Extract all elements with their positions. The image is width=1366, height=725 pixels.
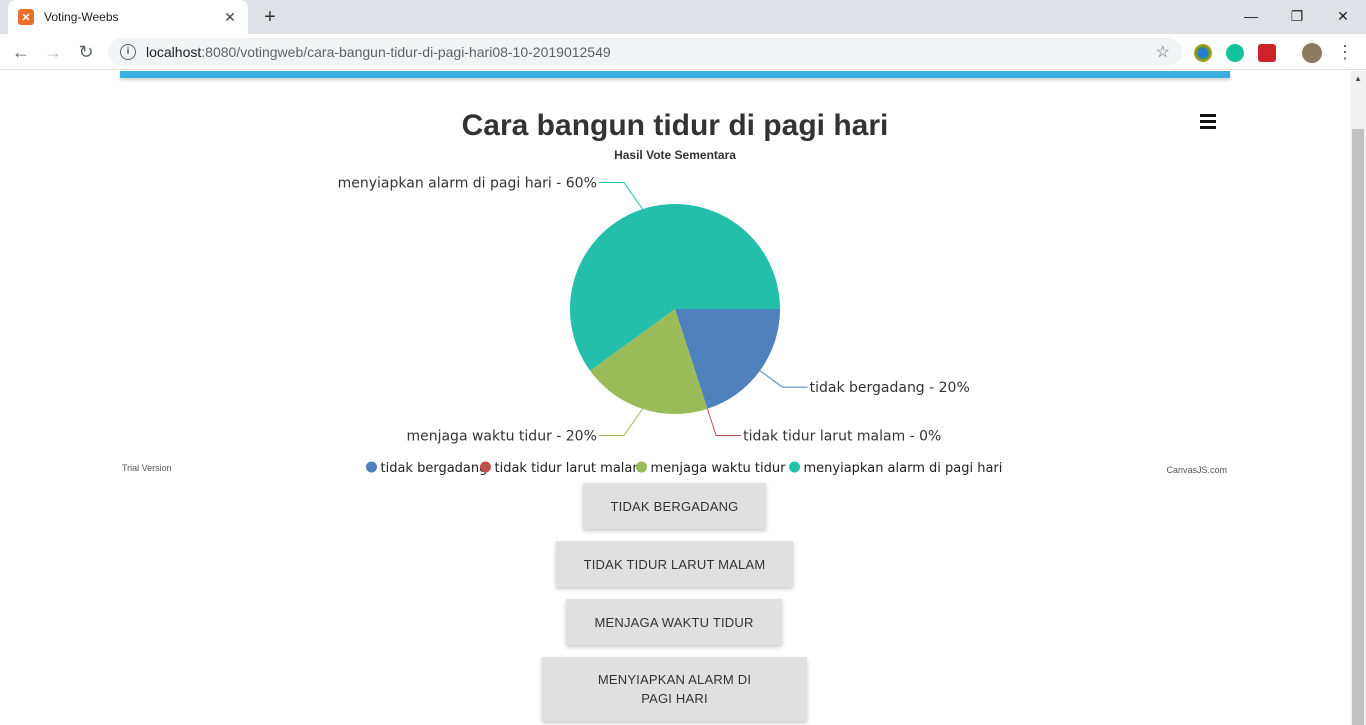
new-tab-icon[interactable]: +: [258, 5, 282, 29]
legend-marker-tidak-bergadang: [366, 461, 377, 473]
legend-item-tidak-bergadang[interactable]: tidak bergadang: [366, 461, 487, 476]
legend-item-menyiapkan-alarm-di-pagi-hari[interactable]: menyiapkan alarm di pagi hari: [789, 461, 1002, 476]
leader-line-menyiapkan-alarm-di-pagi-hari: [598, 182, 643, 210]
index-label-tidak-tidur-larut-malam: tidak tidur larut malam - 0%: [743, 428, 941, 444]
chart-subtitle: Hasil Vote Sementara: [614, 148, 736, 162]
browser-tab[interactable]: ✕ Voting-Weebs ✕: [8, 0, 248, 34]
xampp-favicon-icon: ✕: [18, 9, 34, 25]
restore-icon[interactable]: ❐: [1274, 3, 1320, 29]
chart-legend: tidak bergadang tidak tidur larut malam me…: [366, 461, 1002, 476]
leader-line-menjaga-waktu-tidur: [598, 408, 643, 436]
pie-slices: [570, 204, 780, 414]
pie-chart: Cara bangun tidur di pagi hari Hasil Vot…: [122, 109, 1227, 476]
scroll-thumb[interactable]: [1352, 129, 1364, 725]
legend-item-menjaga-waktu-tidur[interactable]: menjaga waktu tidur: [636, 461, 786, 476]
url-path: :8080/votingweb/cara-bangun-tidur-di-pag…: [201, 44, 611, 60]
legend-marker-tidak-tidur-larut-malam: [480, 461, 491, 473]
index-label-menjaga-waktu-tidur: menjaga waktu tidur - 20%: [406, 428, 596, 444]
bookmark-star-icon[interactable]: ☆: [1156, 42, 1170, 62]
close-window-icon[interactable]: ✕: [1320, 3, 1366, 29]
grammarly-icon[interactable]: [1226, 44, 1244, 62]
legend-label-tidak-tidur-larut-malam: tidak tidur larut malam: [495, 461, 646, 476]
vote-menyiapkan-alarm-button[interactable]: MENYIAPKAN ALARM DI PAGI HARI: [542, 657, 807, 721]
browser-toolbar: ← → ↻ i localhost :8080/votingweb/cara-b…: [0, 34, 1366, 70]
legend-label-menyiapkan-alarm-di-pagi-hari: menyiapkan alarm di pagi hari: [804, 461, 1003, 476]
chart-menu-icon[interactable]: [1200, 114, 1216, 129]
legend-marker-menjaga-waktu-tidur: [636, 461, 647, 473]
legend-label-tidak-bergadang: tidak bergadang: [381, 461, 488, 476]
page-scrollbar[interactable]: ▲: [1350, 71, 1366, 725]
index-label-menyiapkan-alarm-di-pagi-hari: menyiapkan alarm di pagi hari - 60%: [338, 176, 597, 192]
profile-avatar[interactable]: [1302, 43, 1322, 63]
scroll-up-arrow-icon[interactable]: ▲: [1350, 71, 1366, 87]
forward-icon[interactable]: →: [40, 39, 66, 65]
reload-icon[interactable]: ↻: [73, 39, 99, 65]
leader-line-tidak-tidur-larut-malam: [706, 408, 742, 436]
vote-tidak-tidur-larut-malam-button[interactable]: TIDAK TIDUR LARUT MALAM: [556, 541, 793, 587]
vote-menjaga-waktu-tidur-button[interactable]: MENJAGA WAKTU TIDUR: [566, 599, 782, 645]
trial-version-text: Trial Version: [122, 463, 172, 473]
menu-kebab-icon[interactable]: ⋮: [1332, 39, 1358, 65]
leader-line-tidak-bergadang: [759, 370, 808, 388]
vote-tidak-bergadang-button[interactable]: TIDAK BERGADANG: [583, 483, 766, 529]
tab-title: Voting-Weebs: [44, 10, 119, 24]
site-info-icon[interactable]: i: [120, 44, 136, 60]
legend-marker-menyiapkan-alarm-di-pagi-hari: [789, 461, 800, 473]
extension-globe-icon[interactable]: [1194, 44, 1212, 62]
canvasjs-credit-link[interactable]: CanvasJS.com: [1166, 465, 1227, 475]
back-icon[interactable]: ←: [8, 39, 34, 65]
index-label-tidak-bergadang: tidak bergadang - 20%: [810, 380, 970, 396]
extension-red-icon[interactable]: [1258, 44, 1276, 62]
url-host: localhost: [146, 44, 202, 60]
header-accent-bar: [120, 71, 1230, 78]
legend-item-tidak-tidur-larut-malam[interactable]: tidak tidur larut malam: [480, 461, 645, 476]
address-bar[interactable]: i localhost :8080/votingweb/cara-bangun-…: [108, 38, 1182, 66]
minimize-icon[interactable]: —: [1228, 3, 1274, 29]
tab-close-icon[interactable]: ✕: [222, 9, 238, 26]
browser-tab-bar: ✕ Voting-Weebs ✕ + — ❐ ✕: [0, 0, 1366, 34]
chart-title: Cara bangun tidur di pagi hari: [462, 109, 889, 142]
legend-label-menjaga-waktu-tidur: menjaga waktu tidur: [651, 461, 787, 476]
